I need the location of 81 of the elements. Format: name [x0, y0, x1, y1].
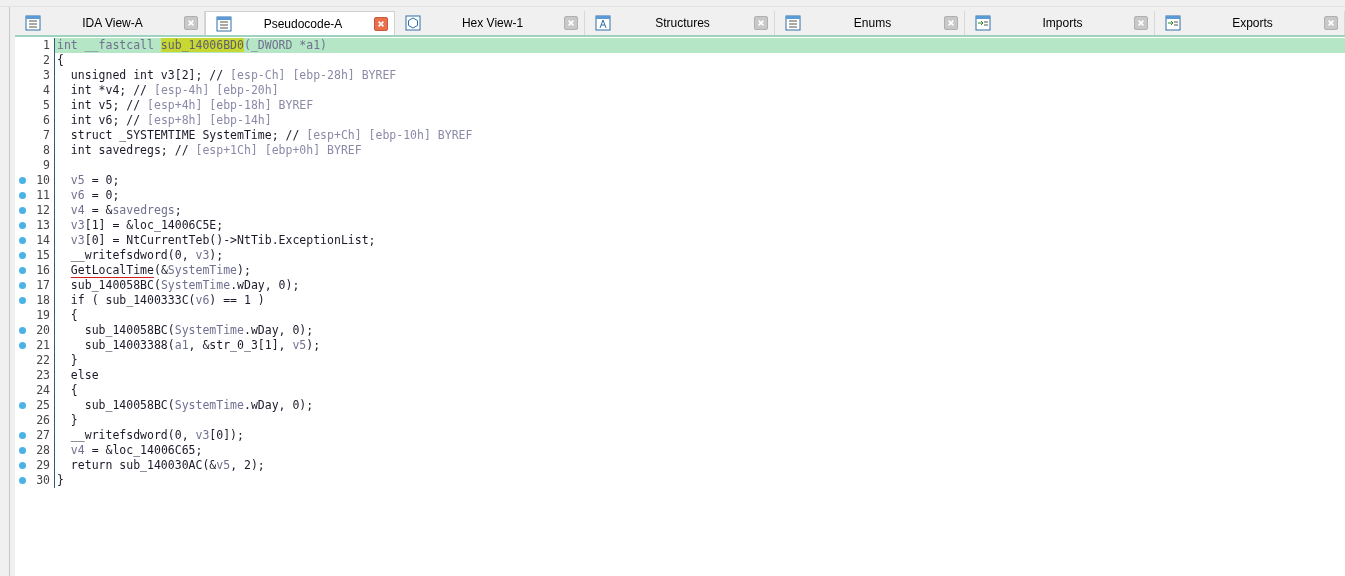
line-number: 5 — [43, 98, 50, 113]
line-number: 4 — [43, 83, 50, 98]
close-button[interactable] — [754, 16, 768, 30]
code-line: sub_14003388(a1, &str_0_3[1], v5); — [83, 338, 321, 352]
code-line: if ( sub_1400333C(v6) == 1 ) — [69, 293, 265, 307]
code-line: int savedregs; // [esp+1Ch] [ebp+0h] BYREF — [69, 143, 362, 157]
line-number: 9 — [43, 158, 50, 173]
line-number: 10 — [36, 173, 50, 188]
line-number: 11 — [36, 188, 50, 203]
line-number: 8 — [43, 143, 50, 158]
line-number: 30 — [36, 473, 50, 488]
code-line: { — [69, 383, 78, 397]
code-line: v4 = &loc_14006C65; — [69, 443, 203, 457]
line-number: 17 — [36, 278, 50, 293]
code-line: } — [57, 473, 64, 487]
line-number: 14 — [36, 233, 50, 248]
line-number: 13 — [36, 218, 50, 233]
code-line: int v6; // [esp+8h] [ebp-14h] — [69, 113, 272, 127]
document-icon — [595, 15, 611, 31]
line-number: 28 — [36, 443, 50, 458]
line-number: 2 — [43, 53, 50, 68]
code-line: v6 = 0; — [69, 188, 120, 202]
close-icon — [757, 19, 765, 27]
document-icon — [1165, 15, 1181, 31]
code-line: int v5; // [esp+4h] [ebp-18h] BYREF — [69, 98, 314, 112]
code-line: sub_140058BC(SystemTime.wDay, 0); — [83, 323, 314, 337]
code-line: { — [57, 53, 64, 67]
close-button[interactable] — [944, 16, 958, 30]
document-icon — [25, 15, 41, 31]
close-button[interactable] — [374, 16, 388, 31]
line-number: 7 — [43, 128, 50, 143]
close-icon — [377, 19, 385, 28]
code-line: sub_140058BC(SystemTime.wDay, 0); — [69, 278, 300, 292]
line-number: 18 — [36, 293, 50, 308]
code-line: int *v4; // [esp-4h] [ebp-20h] — [69, 83, 279, 97]
code-line: { — [69, 308, 78, 322]
line-number: 16 — [36, 263, 50, 278]
line-number: 27 — [36, 428, 50, 443]
close-button[interactable] — [564, 16, 578, 30]
line-number: 29 — [36, 458, 50, 473]
close-button[interactable] — [1134, 16, 1148, 30]
line-number: 25 — [36, 398, 50, 413]
line-number: 23 — [36, 368, 50, 383]
line-number: 15 — [36, 248, 50, 263]
line-number: 6 — [43, 113, 50, 128]
code-line: GetLocalTime(&SystemTime); — [69, 263, 251, 277]
line-number: 19 — [36, 308, 50, 323]
code-line: v3[0] = NtCurrentTeb()->NtTib.ExceptionList; — [69, 233, 376, 247]
code-line: v4 = &savedregs; — [69, 203, 182, 217]
code-line: int __fastcall sub_14006BD0(_DWORD *a1) — [57, 38, 328, 52]
line-number: 24 — [36, 383, 50, 398]
code-line: v5 = 0; — [69, 173, 120, 187]
document-icon — [785, 15, 801, 31]
code-line: } — [69, 353, 78, 367]
line-number: 1 — [43, 38, 50, 53]
document-icon — [975, 15, 991, 31]
code-line: return sub_140030AC(&v5, 2); — [69, 458, 265, 472]
code-line: } — [69, 413, 78, 427]
close-button[interactable] — [1324, 16, 1338, 30]
code-line: v3[1] = &loc_14006C5E; — [69, 218, 224, 232]
close-icon — [567, 19, 575, 27]
code-line: __writefsdword(0, v3); — [69, 248, 224, 262]
code-line: unsigned int v3[2]; // [esp-Ch] [ebp-28h] BYREF — [69, 68, 397, 82]
hexagon-icon — [405, 15, 421, 31]
line-number: 21 — [36, 338, 50, 353]
close-icon — [1137, 19, 1145, 27]
line-number: 22 — [36, 353, 50, 368]
line-number: 12 — [36, 203, 50, 218]
line-number: 3 — [43, 68, 50, 83]
line-number: 20 — [36, 323, 50, 338]
code-line: sub_140058BC(SystemTime.wDay, 0); — [83, 398, 314, 412]
code-line: struct _SYSTEMTIME SystemTime; // [esp+Ch] [ebp-10h] BYREF — [69, 128, 473, 142]
close-icon — [1327, 19, 1335, 27]
close-button[interactable] — [184, 16, 198, 30]
close-icon — [947, 19, 955, 27]
document-icon — [216, 15, 232, 32]
code-line: __writefsdword(0, v3[0]); — [69, 428, 244, 442]
tab[interactable]: Pseudocode-A — [205, 11, 395, 35]
code-line: else — [69, 368, 99, 382]
close-icon — [187, 19, 195, 27]
line-number: 26 — [36, 413, 50, 428]
